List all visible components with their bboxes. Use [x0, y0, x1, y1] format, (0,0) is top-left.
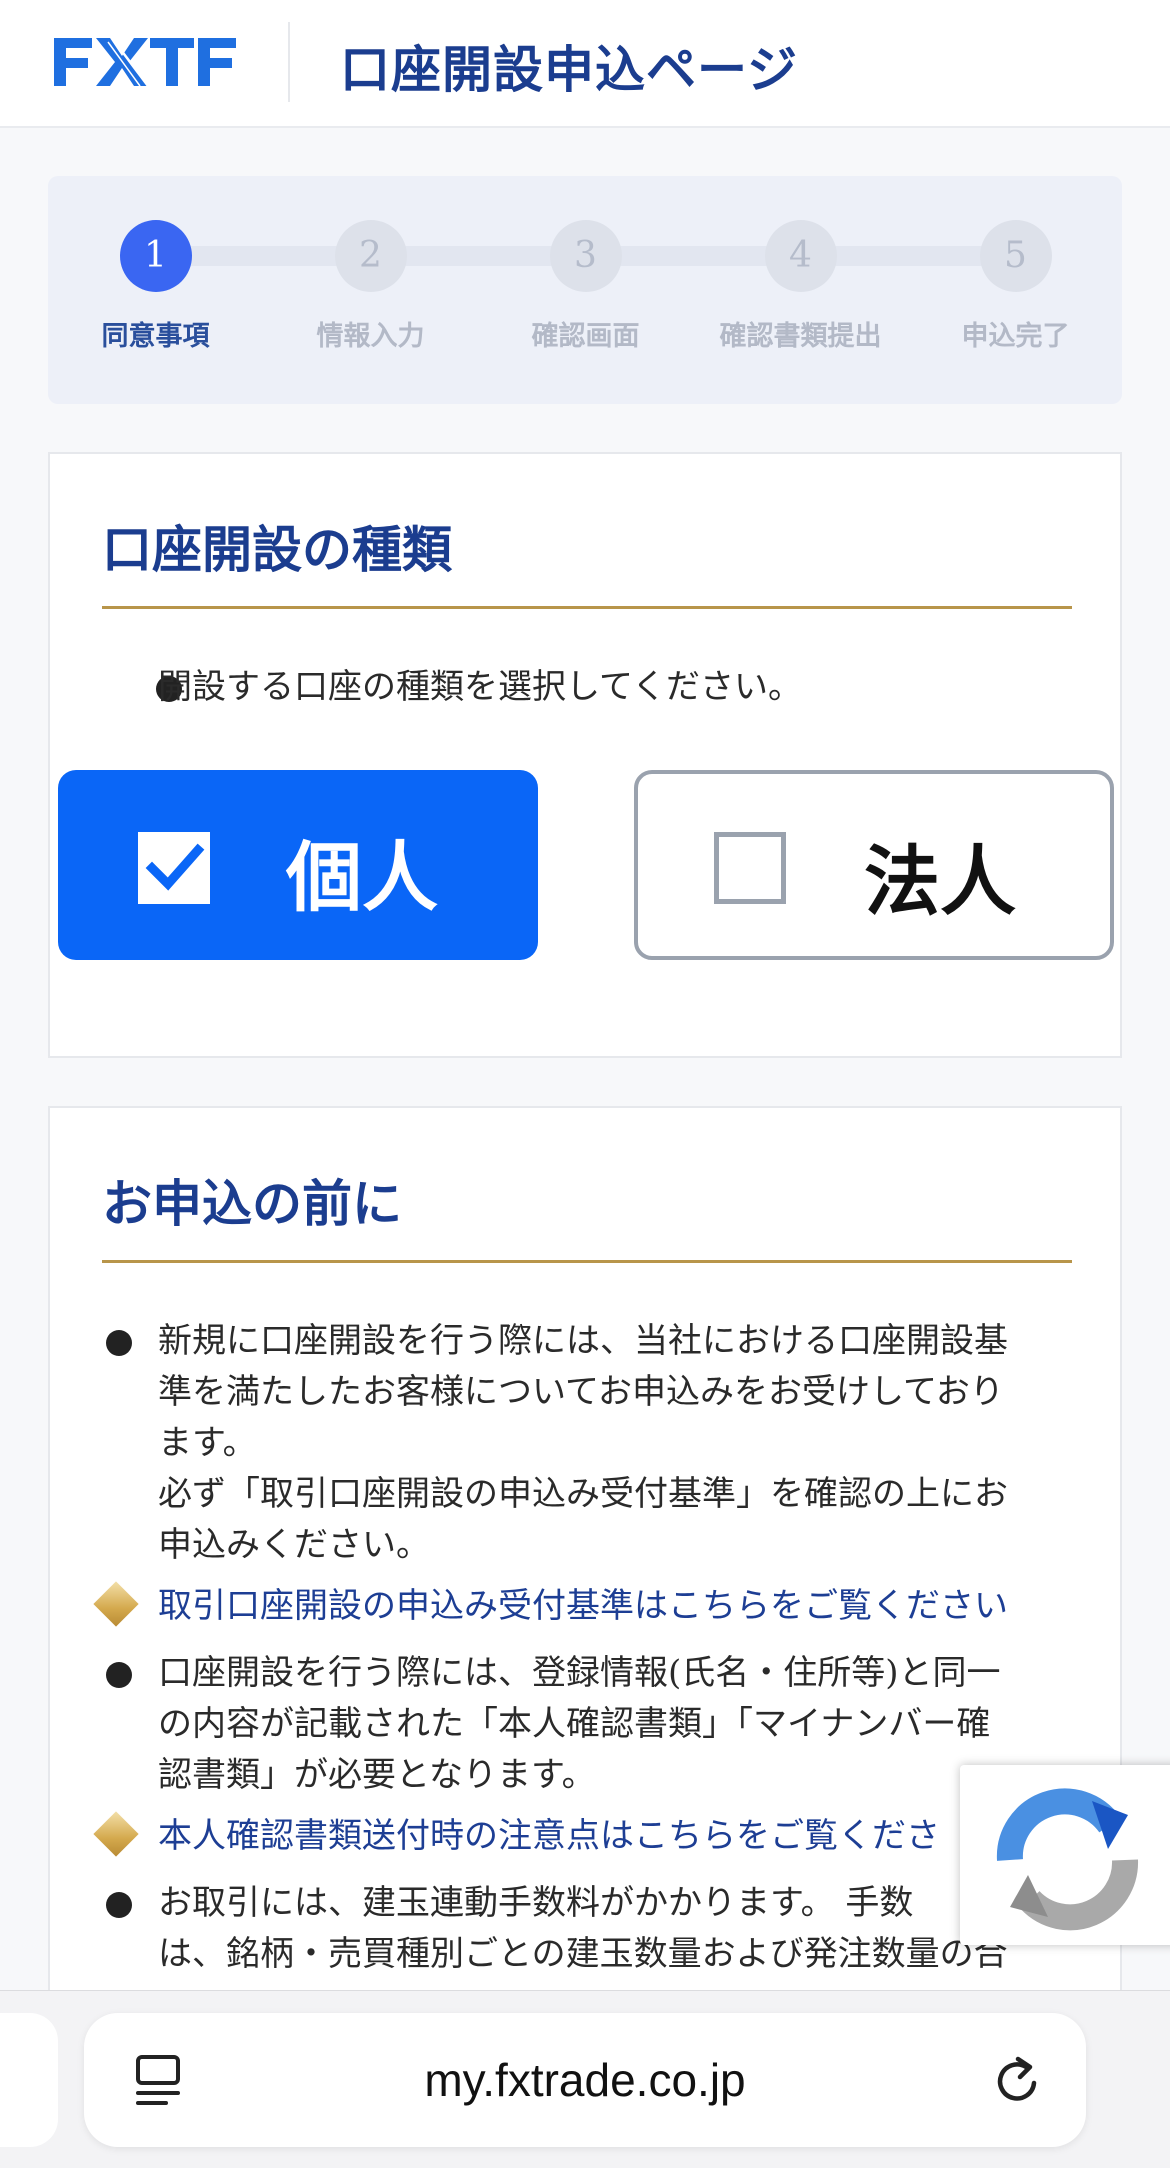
text-line: 必ず「取引口座開設の申込み受付基準」を確認の上にお	[158, 1474, 1008, 1514]
bullet-icon	[106, 1662, 132, 1688]
diamond-icon	[93, 1581, 139, 1627]
text-line: 申込みください。	[158, 1525, 430, 1565]
step-number: 2	[334, 220, 407, 292]
previous-tab-preview[interactable]	[0, 2013, 58, 2147]
text-line: 新規に口座開設を行う際には、当社における口座開設基	[158, 1321, 1008, 1361]
checkbox-checked-icon	[138, 832, 210, 904]
section-title: 口座開設の種類	[102, 520, 452, 579]
id-document-notes-link[interactable]: 本人確認書類送付時の注意点はこちらをご覧くださ	[158, 1808, 940, 1857]
text-line: ます。	[158, 1423, 257, 1463]
browser-toolbar: my.fxtrade.co.jp	[0, 1990, 1170, 2168]
section-title: お申込の前に	[102, 1174, 402, 1233]
corporate-label: 法人	[864, 837, 1016, 926]
instruction-text: 開設する口座の種類を選択してください。	[158, 667, 802, 707]
step-label: 同意事項	[101, 321, 210, 352]
title-rule	[102, 606, 1072, 609]
page-title: 口座開設申込ページ	[340, 41, 798, 99]
title-rule	[102, 1260, 1072, 1263]
bullet-icon	[106, 1892, 132, 1918]
account-type-card: 口座開設の種類 開設する口座の種類を選択してください。 個人 法人	[48, 452, 1122, 1058]
step-label: 確認画面	[531, 321, 640, 352]
recaptcha-icon	[996, 1788, 1139, 1931]
step-number: 4	[764, 220, 837, 292]
step-label: 確認書類提出	[719, 321, 882, 352]
address-bar[interactable]: my.fxtrade.co.jp	[84, 2013, 1086, 2147]
progress-stepper: 1 同意事項 2 情報入力 3 確認画面 4 確認書類提出 5 申込完了	[48, 176, 1122, 404]
text-line: 口座開設を行う際には、登録情報(氏名・住所等)と同一	[158, 1653, 1001, 1693]
diamond-icon	[93, 1811, 139, 1857]
individual-label: 個人	[286, 833, 438, 922]
step-1: 1 同意事項	[48, 220, 263, 353]
url-text: my.fxtrade.co.jp	[424, 2054, 746, 2106]
step-number: 5	[979, 220, 1052, 292]
recaptcha-badge[interactable]	[960, 1765, 1170, 1945]
checkbox-empty-icon	[714, 832, 786, 904]
step-number: 1	[119, 220, 192, 292]
acceptance-criteria-link[interactable]: 取引口座開設の申込み受付基準はこちらをご覧ください	[158, 1578, 1008, 1627]
step-label: 申込完了	[961, 321, 1070, 352]
text-line: の内容が記載された「本人確認書類」「マイナンバー確	[158, 1704, 991, 1744]
step-3: 3 確認画面	[478, 220, 693, 353]
header-divider	[288, 22, 290, 102]
step-number: 3	[549, 220, 622, 292]
text-line: 準を満たしたお客様についてお申込みをお受けしており	[158, 1372, 1004, 1412]
step-4: 4 確認書類提出	[693, 220, 908, 353]
step-label: 情報入力	[316, 321, 425, 352]
bullet-icon	[106, 1330, 132, 1356]
step-5: 5 申込完了	[908, 220, 1123, 353]
bullet-text-1: 新規に口座開設を行う際には、当社における口座開設基 準を満たしたお客様についてお…	[158, 1316, 1118, 1571]
fxtf-logo[interactable]	[52, 34, 238, 90]
corporate-account-button[interactable]: 法人	[634, 770, 1114, 960]
page-header: 口座開設申込ページ	[0, 0, 1170, 128]
individual-account-button[interactable]: 個人	[58, 770, 538, 960]
reload-icon[interactable]	[990, 2053, 1046, 2109]
step-2: 2 情報入力	[263, 220, 478, 353]
